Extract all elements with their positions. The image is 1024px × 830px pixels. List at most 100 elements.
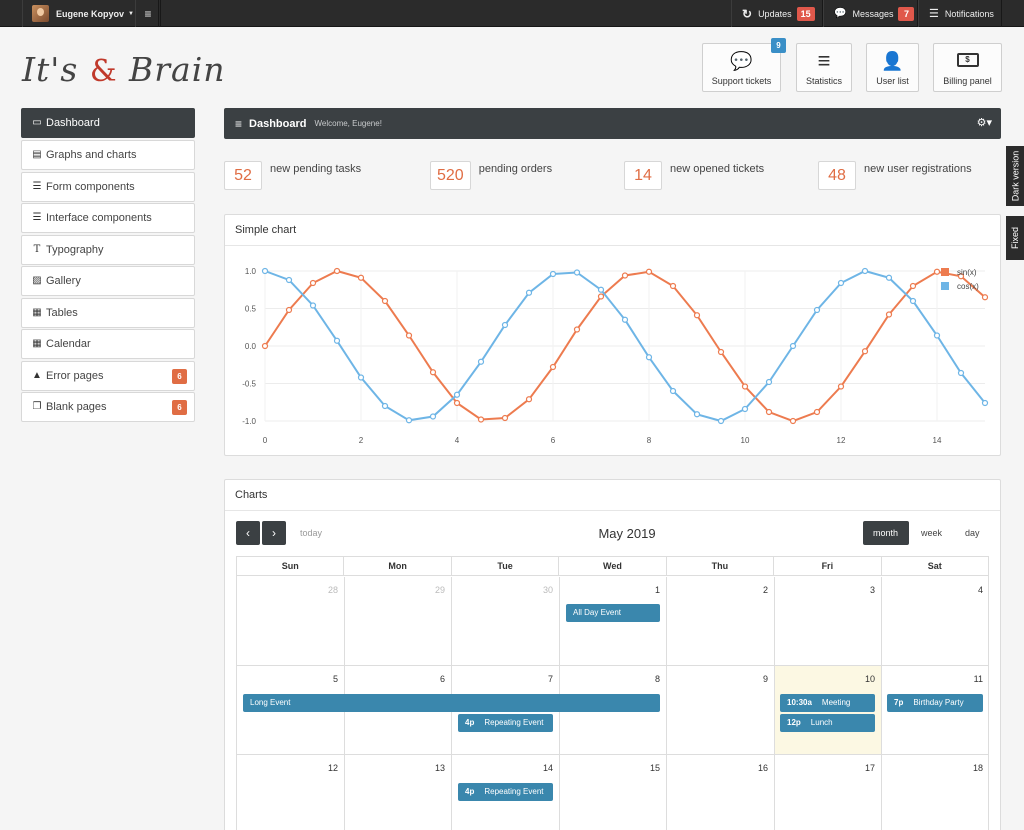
data-point: [645, 354, 653, 361]
weekday-label: Mon: [344, 557, 452, 575]
user-list-button[interactable]: 👤 User list: [866, 43, 919, 92]
sidebar-item-dashboard[interactable]: ▭ Dashboard: [21, 108, 195, 138]
day-cell[interactable]: 15: [560, 755, 667, 830]
settings-dropdown-icon[interactable]: ⚙▾: [977, 116, 992, 129]
laptop-icon: ▭: [32, 117, 42, 128]
sidebar-item-error-pages[interactable]: ▲ Error pages 6: [21, 361, 195, 391]
next-month-button[interactable]: ›: [262, 521, 286, 545]
billing-panel-button[interactable]: $ Billing panel: [933, 43, 1002, 92]
day-cell[interactable]: 17: [775, 755, 882, 830]
stat-label: pending orders: [478, 163, 553, 175]
event-repeating-2[interactable]: 4p Repeating Event: [458, 783, 553, 801]
day-cell[interactable]: 13: [345, 755, 452, 830]
day-cell[interactable]: 3: [775, 577, 882, 666]
event-repeating[interactable]: 4p Repeating Event: [458, 714, 553, 732]
event-title: All Day Event: [573, 608, 622, 617]
sidebar-item-graphs[interactable]: ▤ Graphs and charts: [21, 140, 195, 170]
sidebar-item-typography[interactable]: T Typography: [21, 235, 195, 265]
event-long[interactable]: Long Event: [243, 694, 660, 712]
stat-user-registrations[interactable]: 48 new user registrations: [818, 161, 972, 190]
day-cell[interactable]: 29: [345, 577, 452, 666]
x-tick-label: 6: [551, 436, 556, 445]
blank-pages-badge: 6: [172, 400, 187, 415]
brand-logo[interactable]: It's & Brain: [22, 50, 226, 89]
month-view-button[interactable]: month: [863, 521, 909, 545]
statistics-button[interactable]: ≡ Statistics: [796, 43, 852, 92]
list-icon: ☰: [929, 8, 939, 20]
y-tick-label: -1.0: [242, 417, 256, 426]
data-point: [669, 387, 677, 395]
messages-button[interactable]: 💬 Messages 7: [823, 0, 918, 27]
stat-pending-orders[interactable]: 520 pending orders: [430, 161, 552, 190]
updates-button[interactable]: ↻ Updates 15: [731, 0, 823, 27]
sidebar-item-blank-pages[interactable]: ❐ Blank pages 6: [21, 392, 195, 422]
day-cell[interactable]: 28: [237, 577, 345, 666]
prev-month-button[interactable]: ‹: [236, 521, 260, 545]
data-point: [765, 408, 773, 416]
bars-icon: ≡: [817, 48, 831, 73]
event-birthday-party[interactable]: 7p Birthday Party: [887, 694, 983, 712]
support-tickets-button[interactable]: 💬 Support tickets 9: [702, 38, 786, 92]
simple-chart-panel: Simple chart 1.0 0.5 0.0 -0.5 -1.0 0 2 4 6 8 10 12 1…: [224, 214, 1001, 456]
day-cell[interactable]: 2: [667, 577, 775, 666]
sidebar-toggle-button[interactable]: ≡: [135, 0, 161, 27]
warning-icon: ▲: [32, 370, 42, 381]
data-point: [717, 417, 725, 425]
sidebar-item-gallery[interactable]: ▨ Gallery: [21, 266, 195, 296]
sidebar-item-tables[interactable]: ▦ Tables: [21, 298, 195, 328]
event-lunch[interactable]: 12p Lunch: [780, 714, 875, 732]
fixed-tab[interactable]: Fixed: [1006, 216, 1024, 260]
data-point: [285, 276, 293, 284]
stat-opened-tickets[interactable]: 14 new opened tickets: [624, 161, 764, 190]
today-button[interactable]: today: [290, 521, 332, 545]
weekday-label: Fri: [774, 557, 882, 575]
dark-version-tab[interactable]: Dark version: [1006, 146, 1024, 206]
notifications-button[interactable]: ☰ Notifications: [918, 0, 1002, 27]
list-icon: ☰: [32, 212, 42, 223]
knot-icon: &: [89, 54, 118, 89]
data-point: [261, 342, 269, 350]
day-cell[interactable]: 12: [237, 755, 345, 830]
data-point: [381, 402, 389, 410]
data-point: [909, 282, 917, 290]
day-cell[interactable]: 16: [667, 755, 775, 830]
sidebar-item-label: Gallery: [46, 275, 81, 287]
stat-pending-tasks[interactable]: 52 new pending tasks: [224, 161, 361, 190]
sidebar-item-interface[interactable]: ☰ Interface components: [21, 203, 195, 233]
list-icon: ☰: [32, 181, 42, 192]
chat-icon: 💬: [834, 8, 847, 19]
data-point: [405, 417, 413, 424]
hamburger-icon: ≡: [144, 6, 152, 21]
week-view-button[interactable]: week: [911, 521, 952, 545]
day-cell[interactable]: 18: [882, 755, 989, 830]
day-cell[interactable]: 4: [882, 577, 989, 666]
event-title: Birthday Party: [913, 698, 964, 707]
day-view-button[interactable]: day: [955, 521, 990, 545]
data-point: [261, 267, 269, 275]
weekday-label: Sat: [927, 561, 942, 571]
day-cell[interactable]: 9: [667, 666, 775, 755]
data-point: [477, 358, 485, 365]
sidebar-item-calendar[interactable]: ▦ Calendar: [21, 329, 195, 359]
data-point: [525, 289, 533, 296]
x-tick-label: 14: [933, 436, 942, 445]
view-label: day: [965, 528, 980, 538]
page-title: Dashboard: [249, 117, 307, 130]
statistics-label: Statistics: [805, 76, 842, 86]
stat-value: 14: [624, 161, 662, 190]
panel-heading: Charts: [225, 480, 1000, 511]
panel-heading: Simple chart: [225, 215, 1000, 246]
event-all-day[interactable]: All Day Event: [566, 604, 660, 622]
data-point: [405, 332, 413, 339]
data-point: [789, 342, 797, 350]
data-point: [837, 279, 845, 287]
data-point: [357, 374, 365, 381]
support-tickets-badge: 9: [771, 38, 786, 53]
x-tick-label: 8: [647, 436, 652, 445]
sidebar-item-forms[interactable]: ☰ Form components: [21, 172, 195, 202]
data-point: [933, 332, 941, 339]
day-cell[interactable]: 30: [452, 577, 560, 666]
event-title: Meeting: [821, 698, 851, 707]
data-point: [333, 267, 341, 275]
event-meeting[interactable]: 10:30a Meeting: [780, 694, 875, 712]
